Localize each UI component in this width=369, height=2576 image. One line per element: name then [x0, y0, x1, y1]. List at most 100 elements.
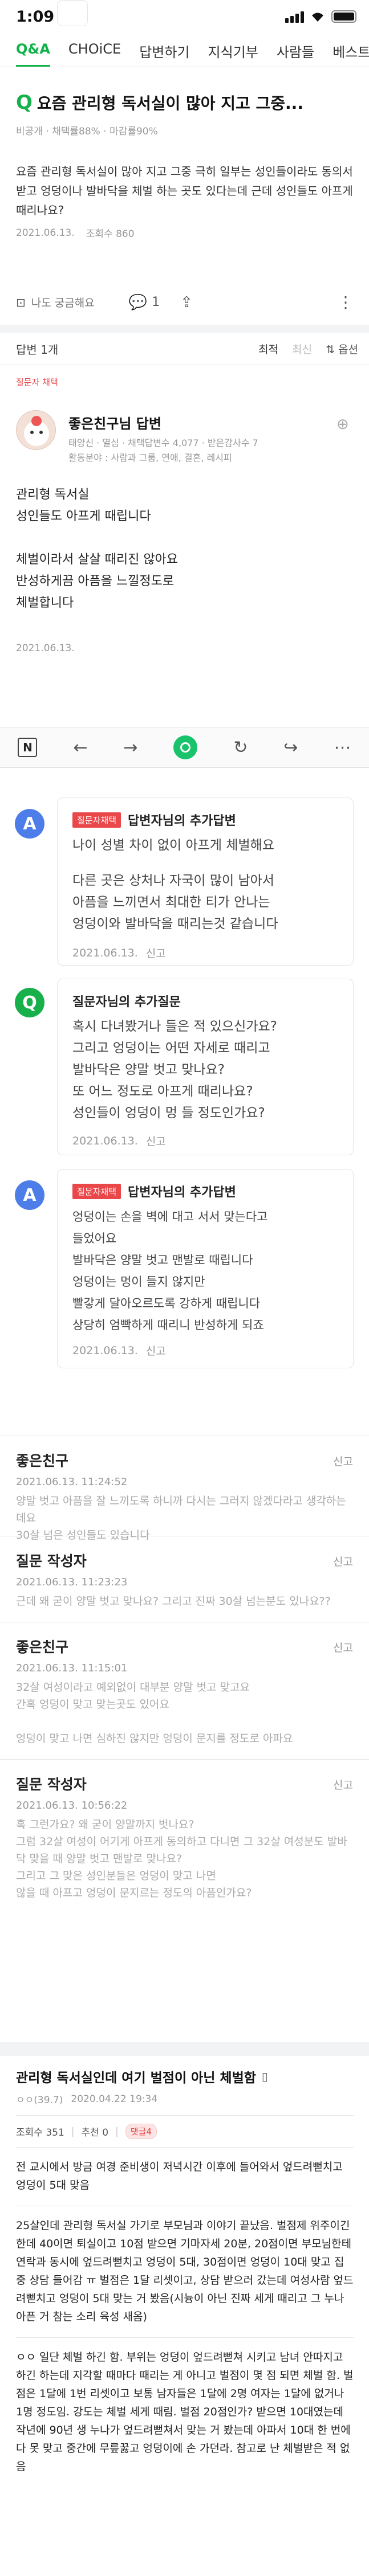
curious-button[interactable]: ⊡ 나도 궁금해요: [16, 295, 95, 310]
wifi-icon: [312, 13, 323, 22]
forward-arrow-icon[interactable]: →: [123, 738, 137, 758]
status-bar: 1:09: [0, 0, 369, 30]
tab-donate[interactable]: 지식기부: [208, 35, 258, 67]
card-line: 다른 곳은 상처나 자국이 많이 남아서: [72, 873, 274, 888]
options-icon: ⇅: [326, 344, 339, 356]
back-arrow-icon[interactable]: ←: [73, 738, 87, 758]
related-date: 2020.04.22 19:34: [71, 2093, 158, 2105]
answerer-grade: 태양신 · 열심 · 채택답변수 4,077 · 받은감사수 7: [68, 437, 258, 448]
card-spacer: [72, 856, 338, 870]
report-link[interactable]: 신고: [146, 1343, 166, 1358]
related-comments[interactable]: 댓글4: [125, 2124, 157, 2139]
options-label: 옵션: [338, 344, 358, 356]
comment-icon: 💬: [128, 293, 148, 311]
additional-answer-a-icon: A: [15, 1180, 44, 1210]
comment-date: 2021.06.13. 10:56:22: [16, 1800, 128, 1812]
answer-body: 관리형 독서실 성인들도 아프게 때립니다 체벌이라서 살살 때리진 않아요 반…: [16, 484, 354, 614]
related-author: ㅇㅇ(39.7): [16, 2095, 63, 2106]
status-icons: [285, 10, 356, 23]
card-line: 빨갛게 달아오르도록 강하게 때립니다: [72, 1297, 261, 1310]
card-line: 발바닥은 양말 벗고 맨발로 때립니다: [72, 1253, 253, 1267]
related-divider: [16, 2147, 354, 2148]
options-button[interactable]: ⇅ 옵션: [326, 341, 358, 357]
green-dot-icon[interactable]: [173, 735, 198, 759]
more-icon[interactable]: ⋮: [338, 293, 354, 312]
card-line: 나이 성별 차이 없이 아프게 체벌해요: [72, 838, 274, 853]
question-actions: ⊡ 나도 궁금해요 💬 1 ⇪ ⋮: [16, 293, 354, 312]
card-title: 답변자님의 추가답변: [128, 1185, 236, 1200]
question-q-icon: Q: [16, 91, 33, 114]
card-line: 엉덩이는 멍이 들지 않지만: [72, 1275, 205, 1289]
answer-line: 체벌이라서 살살 때리진 않아요: [16, 553, 179, 567]
answerer-avatar[interactable]: [16, 410, 56, 450]
comment-report[interactable]: 신고: [333, 1453, 353, 1469]
comment-button[interactable]: 💬 1 ⇪: [129, 294, 193, 311]
related-paragraph: 25살인데 관리형 독서실 가기로 부모님과 이야기 끝났음. 벌점제 위주이긴…: [16, 2219, 354, 2323]
refresh-icon[interactable]: ↻: [233, 738, 248, 758]
comment-date: 2021.06.13. 11:24:52: [16, 1476, 128, 1488]
curious-label: 나도 궁금해요: [31, 297, 95, 309]
card-line: 들었어요: [72, 1232, 117, 1245]
curious-icon: ⊡: [16, 295, 26, 309]
tab-best[interactable]: 베스트: [332, 35, 369, 67]
card-line: 엉덩이는 손을 벽에 대고 서서 맞는다고: [72, 1210, 268, 1224]
sort-new[interactable]: 최신: [292, 341, 312, 357]
additional-question-card: 질문자님의 추가질문 혹시 다녀봤거나 들은 적 있으신가요? 그리고 엉덩이는…: [57, 979, 354, 1155]
signal-icon: [285, 11, 304, 23]
answerer-field: 활동분야 : 사람과 그룹, 연애, 결혼, 레시피: [68, 452, 232, 463]
card-date: 2021.06.13.: [72, 1134, 138, 1147]
share-arrow-icon[interactable]: ↪: [283, 738, 298, 758]
additional-answer-card: 질문자채택 답변자님의 추가답변 나이 성별 차이 없이 아프게 체벌해요 다른…: [57, 798, 354, 966]
comment-body: 근데 왜 굳이 양말 벗고 맞나요? 그리고 진짜 30살 넘는분도 있나요??: [16, 1595, 331, 1608]
answer-count: 답변 1개: [16, 343, 59, 357]
question-title-row: Q 요즘 관리형 독서실이 많아 지고 그중...: [16, 91, 358, 114]
share-icon[interactable]: ⇪: [180, 294, 193, 311]
related-recommend: 추천 0: [81, 2127, 109, 2139]
comment-count: 1: [152, 295, 160, 309]
comment-author: 질문 작성자: [16, 1553, 87, 1569]
comment-date: 2021.06.13. 11:15:01: [16, 1662, 128, 1674]
card-line: 엉덩이와 발바닥을 때리는것 같습니다: [72, 917, 278, 931]
related-divider: [16, 2337, 354, 2338]
tab-people[interactable]: 사람들: [277, 35, 314, 67]
question-date: 2021.06.13.: [16, 227, 75, 239]
answer-line: 체벌합니다: [16, 596, 74, 610]
comment-report[interactable]: 신고: [333, 1777, 353, 1792]
related-paragraph: ㅇㅇ 일단 체벌 하긴 함. 부위는 엉덩이 엎드려뻗쳐 시키고 남녀 안따지고…: [16, 2351, 354, 2473]
menu-dots-icon[interactable]: ⋯: [334, 738, 351, 758]
report-link[interactable]: 신고: [146, 945, 166, 960]
follow-icon[interactable]: ⊕: [336, 416, 349, 433]
card-line: 성인들이 엉덩이 멍 들 정도인가요?: [72, 1106, 265, 1121]
related-views: 조회수 351: [16, 2127, 64, 2139]
answer-spacer: [16, 528, 354, 549]
comment-item: 질문 작성자 신고 2021.06.13. 11:23:23 근데 왜 굳이 양…: [0, 1536, 369, 1622]
status-time: 1:09: [16, 8, 55, 26]
answer-selected-tag: 질문자 채택: [16, 377, 58, 387]
card-line: 혹시 다녀봤거나 들은 적 있으신가요?: [72, 1019, 277, 1034]
comment-body: 혹 그런가요? 왜 굳이 양말까지 벗나요? 그럼 32살 여성이 어기게 아프…: [16, 1818, 347, 1899]
tab-answer[interactable]: 답변하기: [139, 35, 189, 67]
additional-answer-a-icon: A: [15, 809, 44, 839]
battery-icon: [331, 10, 356, 23]
related-title[interactable]: 관리형 독서실인데 여기 벌점이 아닌 체벌함: [16, 2067, 256, 2086]
comment-item: 좋은친구 신고 2021.06.13. 11:15:01 32살 여성이라고 예…: [0, 1622, 369, 1759]
answer-date: 2021.06.13.: [16, 643, 75, 654]
question-body: 요즘 관리형 독서실이 많아 지고 그중 극히 일부는 성인들이라도 동의서 받…: [16, 165, 353, 217]
card-line: 발바닥은 양말 벗고 맞나요?: [72, 1062, 225, 1077]
answer-line: 성인들도 아프게 때립니다: [16, 509, 151, 524]
related-post: 관리형 독서실인데 여기 벌점이 아닌 체벌함 ▯ ㅇㅇ(39.7) 2020.…: [16, 2067, 354, 2476]
question-views: 조회수 860: [86, 228, 135, 240]
card-title: 답변자님의 추가답변: [128, 814, 236, 828]
additional-question-q-icon: Q: [15, 988, 44, 1017]
naver-home-icon[interactable]: N: [18, 738, 38, 757]
comment-report[interactable]: 신고: [333, 1639, 353, 1655]
report-link[interactable]: 신고: [146, 1133, 166, 1148]
mobile-icon: ▯: [261, 2070, 268, 2083]
tab-qna[interactable]: Q&A: [16, 35, 50, 67]
related-divider: [16, 2115, 354, 2116]
comment-report[interactable]: 신고: [333, 1553, 353, 1569]
sort-best[interactable]: 최적: [258, 341, 278, 357]
tab-choice[interactable]: CHOiCE: [68, 35, 121, 67]
section-divider: [0, 2042, 369, 2056]
answerer-name[interactable]: 좋은친구님 답변: [68, 412, 161, 432]
